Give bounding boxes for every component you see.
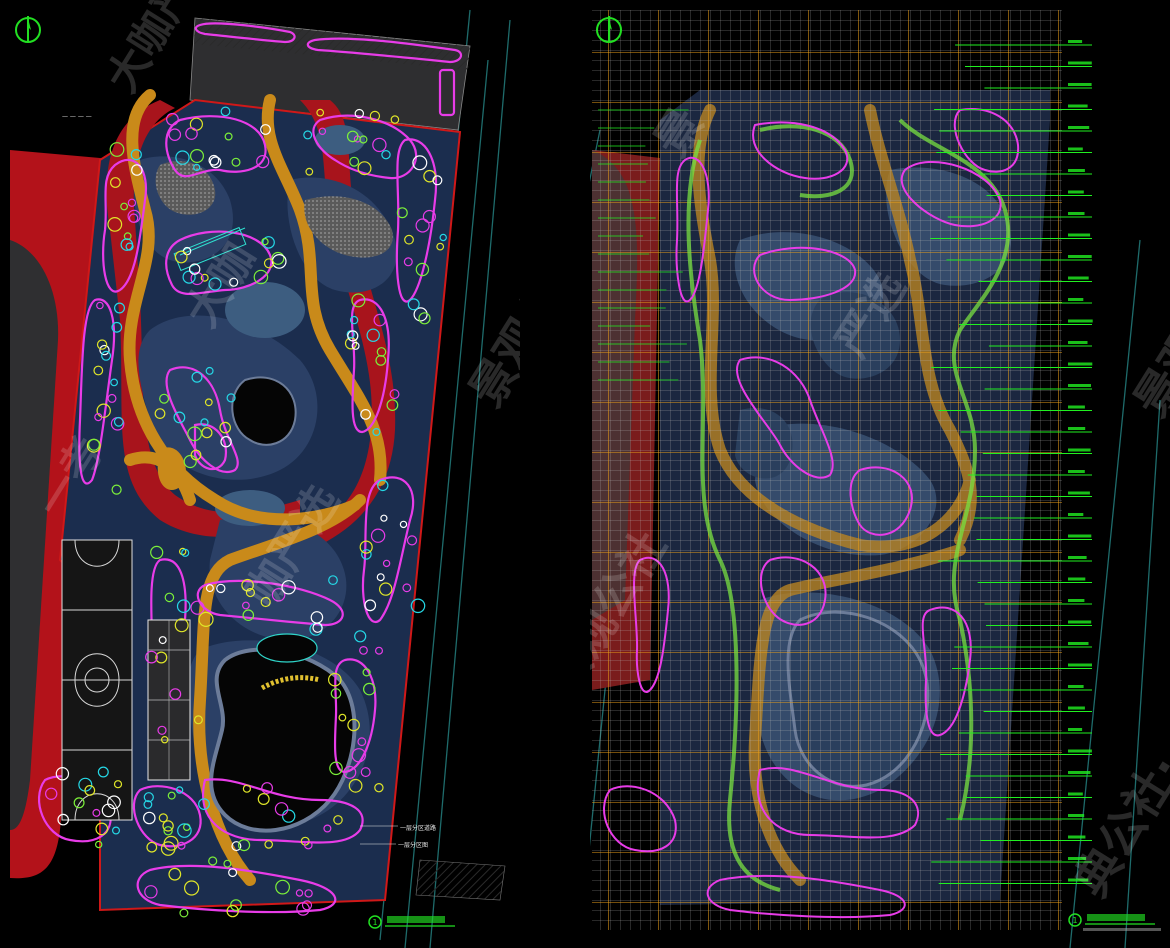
leader-label-mark xyxy=(1068,470,1085,473)
watermark-text: 典公社· xyxy=(1064,745,1170,905)
leader-label-mark xyxy=(1068,319,1093,323)
leader-label-mark xyxy=(1068,83,1092,86)
watermark-text: 景观公社 xyxy=(459,231,602,416)
leader-label-mark xyxy=(1068,341,1088,344)
leader-label-mark xyxy=(1068,792,1083,796)
leader-label-mark xyxy=(1068,212,1085,215)
leader-label-mark xyxy=(1068,190,1084,194)
leader-label-mark xyxy=(1068,448,1091,452)
text-annotations: — — — — xyxy=(62,113,92,120)
parking-strip-bottom xyxy=(415,859,506,901)
leader-label-mark xyxy=(1068,298,1084,301)
leader-label-mark xyxy=(1068,384,1091,387)
leader-label-mark xyxy=(1068,255,1092,258)
leader-label-mark xyxy=(1068,362,1093,366)
leader-label-mark xyxy=(1068,491,1090,495)
leader-label-mark xyxy=(1068,749,1092,753)
leader-label-mark xyxy=(1068,642,1089,645)
leader-label-mark xyxy=(1068,513,1084,516)
left-sheet-plan: — — — — 一层分区道路 一层分区图 1 大咖严选 景观公社 一考 大咖 咖… xyxy=(10,0,602,948)
tree-symbol xyxy=(179,908,189,918)
leader-label-mark xyxy=(1068,685,1084,688)
basketball-courts xyxy=(61,539,133,821)
leader-label-mark xyxy=(1068,233,1091,237)
leader-label-mark xyxy=(1068,706,1085,710)
right-sheet-grid-plan: 1 景观公社 景观公 景 严选 典公社· xyxy=(590,10,1170,948)
annotation-label: — — — — xyxy=(62,113,92,120)
drawing-number: 1 xyxy=(372,918,377,927)
leader-label-mark xyxy=(1068,534,1092,538)
leader-label-mark xyxy=(1068,556,1087,559)
leader-label-mark xyxy=(1068,276,1089,280)
leader-label-mark xyxy=(1068,728,1083,731)
drawing-title-block: 1 xyxy=(1068,913,1161,931)
leader-label-mark xyxy=(1068,427,1086,430)
leader-label-mark xyxy=(1068,771,1091,774)
leader-label-mark xyxy=(1068,577,1086,581)
leader-label-mark xyxy=(1068,663,1092,667)
leader-label-mark xyxy=(1068,40,1083,43)
leader-label-mark xyxy=(1068,169,1085,172)
leader-label-mark xyxy=(1068,814,1085,817)
leader-label-mark xyxy=(1068,599,1085,602)
watermark-text: 景观公 xyxy=(1124,280,1170,426)
leader-label-mark xyxy=(1068,61,1092,65)
cad-drawing-canvas: — — — — 一层分区道路 一层分区图 1 大咖严选 景观公社 一考 大咖 咖… xyxy=(10,0,1170,948)
pavilion-building xyxy=(147,619,191,781)
drawing-number: 1 xyxy=(1072,916,1077,925)
leader-label-mark xyxy=(1068,147,1083,151)
leader-label-mark xyxy=(1068,126,1090,129)
leader-label-mark xyxy=(1068,405,1085,409)
leader-label-mark xyxy=(1068,835,1086,839)
note-2: 一层分区图 xyxy=(398,841,428,849)
note-1: 一层分区道路 xyxy=(400,824,436,832)
north-arrow-icon xyxy=(15,16,41,43)
leader-label-mark xyxy=(1068,104,1088,108)
leader-label-mark xyxy=(1068,620,1092,624)
